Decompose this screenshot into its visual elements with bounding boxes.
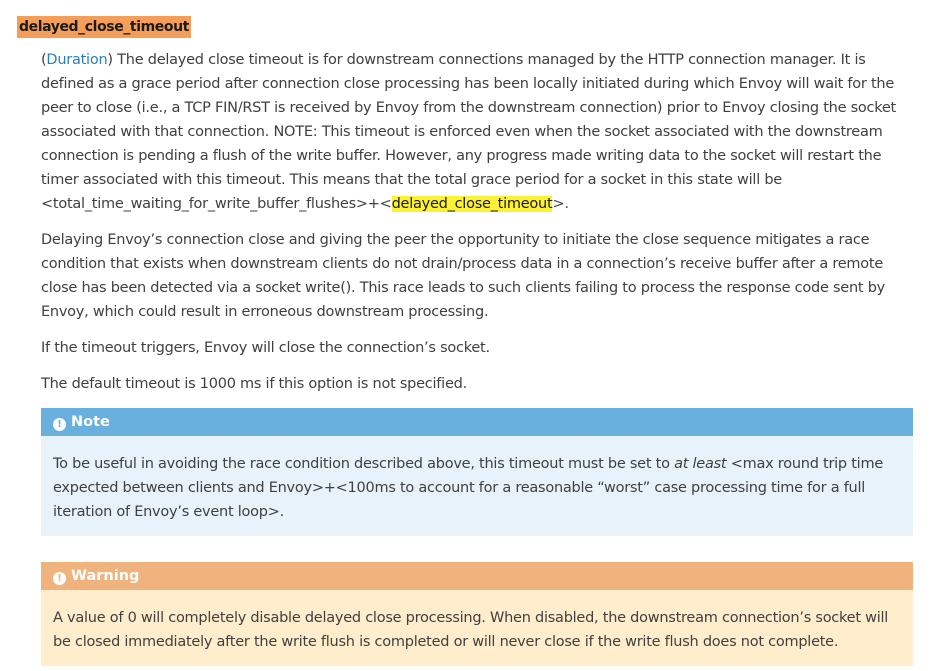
search-highlight: delayed_close_timeout	[391, 196, 553, 212]
warning-admonition: ! Warning A value of 0 will completely di…	[41, 562, 913, 666]
description-text: The delayed close timeout is for downstr…	[41, 52, 896, 212]
note-text: To be useful in avoiding the race condit…	[53, 452, 901, 524]
page: delayed_close_timeout (Duration) The del…	[0, 0, 940, 671]
note-text-emphasis: at least	[674, 456, 727, 472]
note-admonition: ! Note To be useful in avoiding the race …	[41, 408, 913, 536]
note-title-bar: ! Note	[41, 408, 913, 436]
note-text-before: To be useful in avoiding the race condit…	[53, 456, 675, 472]
warning-body: A value of 0 will completely disable del…	[41, 590, 913, 666]
warning-text: A value of 0 will completely disable del…	[53, 610, 889, 650]
description-paragraph-3: If the timeout triggers, Envoy will clos…	[41, 340, 490, 356]
duration-type-link[interactable]: Duration	[46, 52, 107, 68]
exclamation-circle-icon: !	[53, 418, 66, 431]
description-paragraph-4: The default timeout is 1000 ms if this o…	[41, 376, 467, 392]
field-description: (Duration) The delayed close timeout is …	[41, 48, 913, 666]
field-name-term: delayed_close_timeout	[17, 16, 191, 38]
warning-title-bar: ! Warning	[41, 562, 913, 590]
warning-title: Warning	[71, 568, 140, 584]
description-paragraph-2: Delaying Envoy’s connection close and gi…	[41, 232, 885, 320]
description-paragraph-1: (Duration) The delayed close timeout is …	[41, 48, 913, 216]
note-body: To be useful in avoiding the race condit…	[41, 436, 913, 536]
description-end: >.	[552, 196, 569, 212]
exclamation-circle-icon: !	[53, 572, 66, 585]
note-title: Note	[71, 414, 110, 430]
